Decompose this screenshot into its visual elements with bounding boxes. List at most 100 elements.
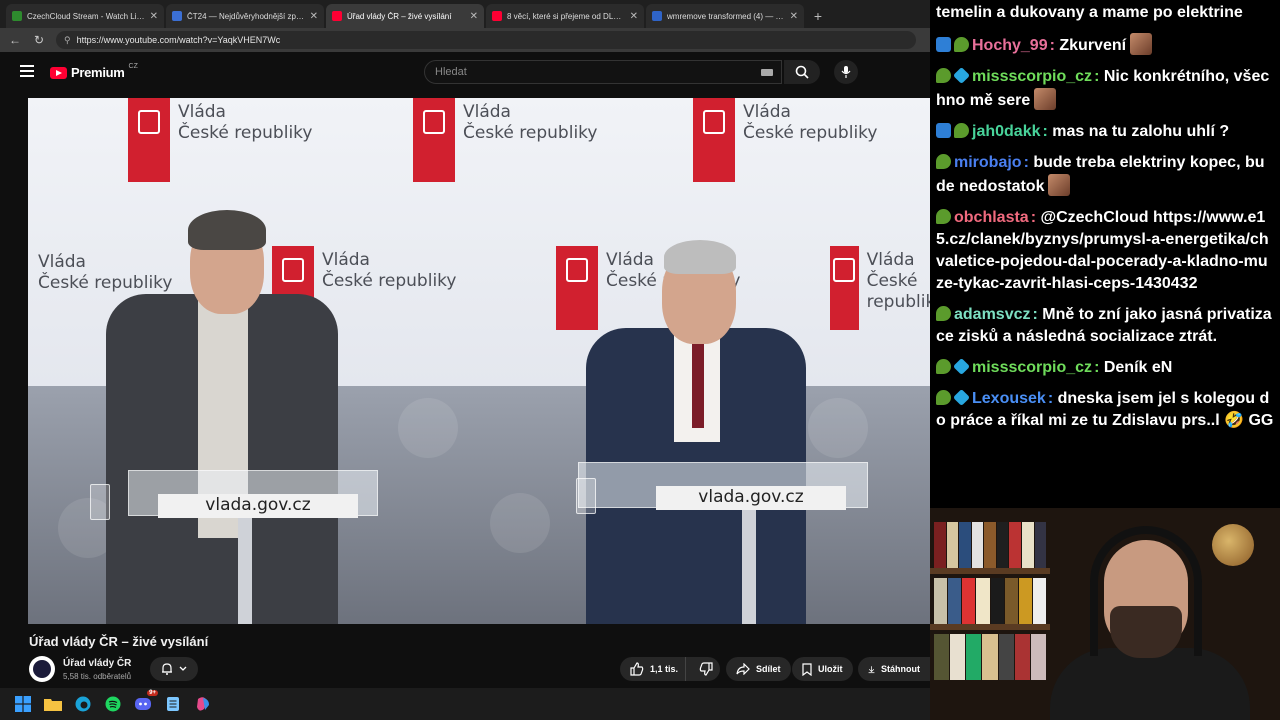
voice-search-button[interactable] bbox=[834, 60, 858, 84]
chat-message: Lexousek: dneska jsem jel s kolegou do p… bbox=[936, 389, 1274, 429]
chat-badge-plant-icon bbox=[936, 306, 951, 321]
search-input[interactable]: Hledat bbox=[424, 60, 782, 84]
thumbs-up-icon bbox=[630, 662, 644, 676]
youtube-logo[interactable]: Premium CZ bbox=[50, 63, 138, 80]
notepad-icon[interactable] bbox=[162, 693, 184, 715]
chat-username[interactable]: Hochy_99 bbox=[972, 37, 1048, 54]
spotify-icon[interactable] bbox=[102, 693, 124, 715]
chat-badge-dev-icon bbox=[936, 123, 951, 138]
chevron-down-icon bbox=[179, 666, 187, 671]
close-tab-icon[interactable]: ✕ bbox=[790, 11, 798, 22]
share-label: Sdílet bbox=[756, 664, 781, 674]
logo-line2: České republiky bbox=[178, 123, 313, 143]
channel-name[interactable]: Úřad vlády ČR bbox=[63, 658, 131, 669]
chat-message-text: mas na tu zalohu uhlí ? bbox=[1052, 123, 1230, 140]
youtube-play-icon bbox=[50, 66, 67, 79]
chat-username[interactable]: Lexousek bbox=[972, 390, 1046, 407]
search-button[interactable] bbox=[784, 60, 820, 84]
chat-emote-icon bbox=[1034, 88, 1057, 110]
browser-tab[interactable]: Úřad vlády ČR – živé vysílání ✕ bbox=[326, 4, 484, 28]
chat-message-text: Zkurvení bbox=[1059, 37, 1127, 54]
shelf-plank bbox=[930, 568, 1050, 574]
hamburger-menu-icon[interactable] bbox=[20, 65, 34, 77]
dislike-button[interactable] bbox=[692, 657, 720, 681]
chat-emote-icon bbox=[1048, 174, 1071, 196]
video-title: Úřad vlády ČR – živé vysílání bbox=[29, 634, 209, 649]
chat-message: jah0dakk: mas na tu zalohu uhlí ? bbox=[936, 121, 1274, 143]
new-tab-icon[interactable]: + bbox=[806, 4, 830, 28]
logo-text: Premium bbox=[71, 65, 125, 80]
close-tab-icon[interactable]: ✕ bbox=[310, 11, 318, 22]
back-icon[interactable]: ← bbox=[8, 33, 22, 47]
keyboard-icon[interactable] bbox=[761, 69, 773, 76]
chat-badge-gem-icon bbox=[953, 358, 970, 375]
edge-browser-icon[interactable] bbox=[72, 693, 94, 715]
coat-of-arms-icon bbox=[128, 98, 170, 182]
chat-message: adamsvcz: Mně to zní jako jasná privatiz… bbox=[936, 306, 1272, 345]
file-explorer-icon[interactable] bbox=[42, 693, 64, 715]
chat-badge-plant-icon bbox=[936, 209, 951, 224]
windows-start-icon[interactable] bbox=[12, 693, 34, 715]
browser-tab[interactable]: wmremove transformed (4) — Po ✕ bbox=[646, 4, 804, 28]
chat-badge-gem-icon bbox=[953, 389, 970, 406]
download-icon bbox=[868, 665, 875, 673]
podium-right-sign: vlada.gov.cz bbox=[656, 486, 846, 510]
download-button[interactable]: Stáhnout bbox=[858, 657, 930, 681]
video-player[interactable]: Vláda České republiky Vláda České republik… bbox=[28, 98, 930, 624]
tab-title: ČT24 — Nejdůvěryhodnější zprav bbox=[187, 11, 305, 21]
like-button[interactable]: 1,1 tis. bbox=[620, 657, 687, 681]
copilot-icon[interactable] bbox=[192, 693, 214, 715]
water-glass bbox=[576, 478, 596, 514]
channel-avatar[interactable] bbox=[29, 656, 55, 682]
share-button[interactable]: Sdílet bbox=[726, 657, 791, 681]
bookshelf bbox=[934, 522, 1047, 568]
browser-tab[interactable]: ČT24 — Nejdůvěryhodnější zprav ✕ bbox=[166, 4, 324, 28]
address-bar[interactable]: ⚲ https://www.youtube.com/watch?v=YaqkVH… bbox=[56, 31, 916, 49]
tab-favicon-icon bbox=[12, 11, 22, 21]
chat-message: temelin a dukovany a mame po elektrine bbox=[936, 2, 1274, 24]
discord-notification-badge: 9+ bbox=[147, 690, 158, 696]
tab-title: 8 věcí, které si přejeme od DLC pr bbox=[507, 11, 625, 21]
close-tab-icon[interactable]: ✕ bbox=[150, 11, 158, 22]
floor-lion-emblem bbox=[490, 493, 550, 553]
bookmark-icon bbox=[802, 662, 812, 676]
notifications-button[interactable] bbox=[150, 657, 198, 681]
chat-username[interactable]: missscorpio_cz bbox=[972, 68, 1092, 85]
save-button[interactable]: Uložit bbox=[792, 657, 853, 681]
search-placeholder: Hledat bbox=[435, 66, 467, 78]
browser-tab[interactable]: CzechCloud Stream - Watch Live o ✕ bbox=[6, 4, 164, 28]
site-info-icon[interactable]: ⚲ bbox=[64, 35, 71, 46]
chat-badge-plant-icon bbox=[954, 123, 969, 138]
chat-message: mirobajo: bude treba elektriny kopec, bu… bbox=[936, 154, 1265, 196]
bell-icon bbox=[162, 663, 172, 675]
government-logo: VládaČeské republiky bbox=[28, 248, 172, 294]
tab-title: wmremove transformed (4) — Po bbox=[667, 11, 785, 21]
stream-chat: temelin a dukovany a mame po elektrine Ho… bbox=[930, 0, 1280, 508]
browser-tab[interactable]: 8 věcí, které si přejeme od DLC pr ✕ bbox=[486, 4, 644, 28]
tab-favicon-icon bbox=[332, 11, 342, 21]
government-logo: VládaČeské republiky bbox=[413, 98, 597, 182]
save-label: Uložit bbox=[818, 664, 843, 674]
reload-icon[interactable]: ↻ bbox=[32, 33, 46, 47]
floor-lion-emblem bbox=[808, 398, 868, 458]
close-tab-icon[interactable]: ✕ bbox=[630, 11, 638, 22]
logo-line1: Vláda bbox=[322, 250, 370, 270]
close-tab-icon[interactable]: ✕ bbox=[470, 11, 478, 22]
logo-line2: České republiky bbox=[38, 273, 173, 293]
bookshelf bbox=[934, 634, 1046, 680]
chat-username[interactable]: mirobajo bbox=[954, 154, 1022, 171]
url-text: https://www.youtube.com/watch?v=YaqkVHEN… bbox=[76, 35, 281, 45]
chat-username[interactable]: obchlasta bbox=[954, 209, 1029, 226]
chat-badge-plant-icon bbox=[936, 390, 951, 405]
tab-title: Úřad vlády ČR – živé vysílání bbox=[347, 11, 452, 21]
podium-left: vlada.gov.cz bbox=[128, 470, 378, 624]
subscriber-count: 5,58 tis. odběratelů bbox=[63, 672, 132, 681]
youtube-page: Premium CZ Hledat VládaČeské republiky bbox=[0, 52, 930, 688]
discord-icon[interactable]: 9+ bbox=[132, 690, 158, 715]
chat-badge-plant-icon bbox=[954, 37, 969, 52]
chat-username[interactable]: jah0dakk bbox=[972, 123, 1040, 140]
chat-username[interactable]: adamsvcz bbox=[954, 306, 1031, 323]
chat-username[interactable]: missscorpio_cz bbox=[972, 359, 1092, 376]
chat-message-text: Deník eN bbox=[1103, 359, 1173, 376]
chat-emote-icon bbox=[1130, 33, 1153, 55]
